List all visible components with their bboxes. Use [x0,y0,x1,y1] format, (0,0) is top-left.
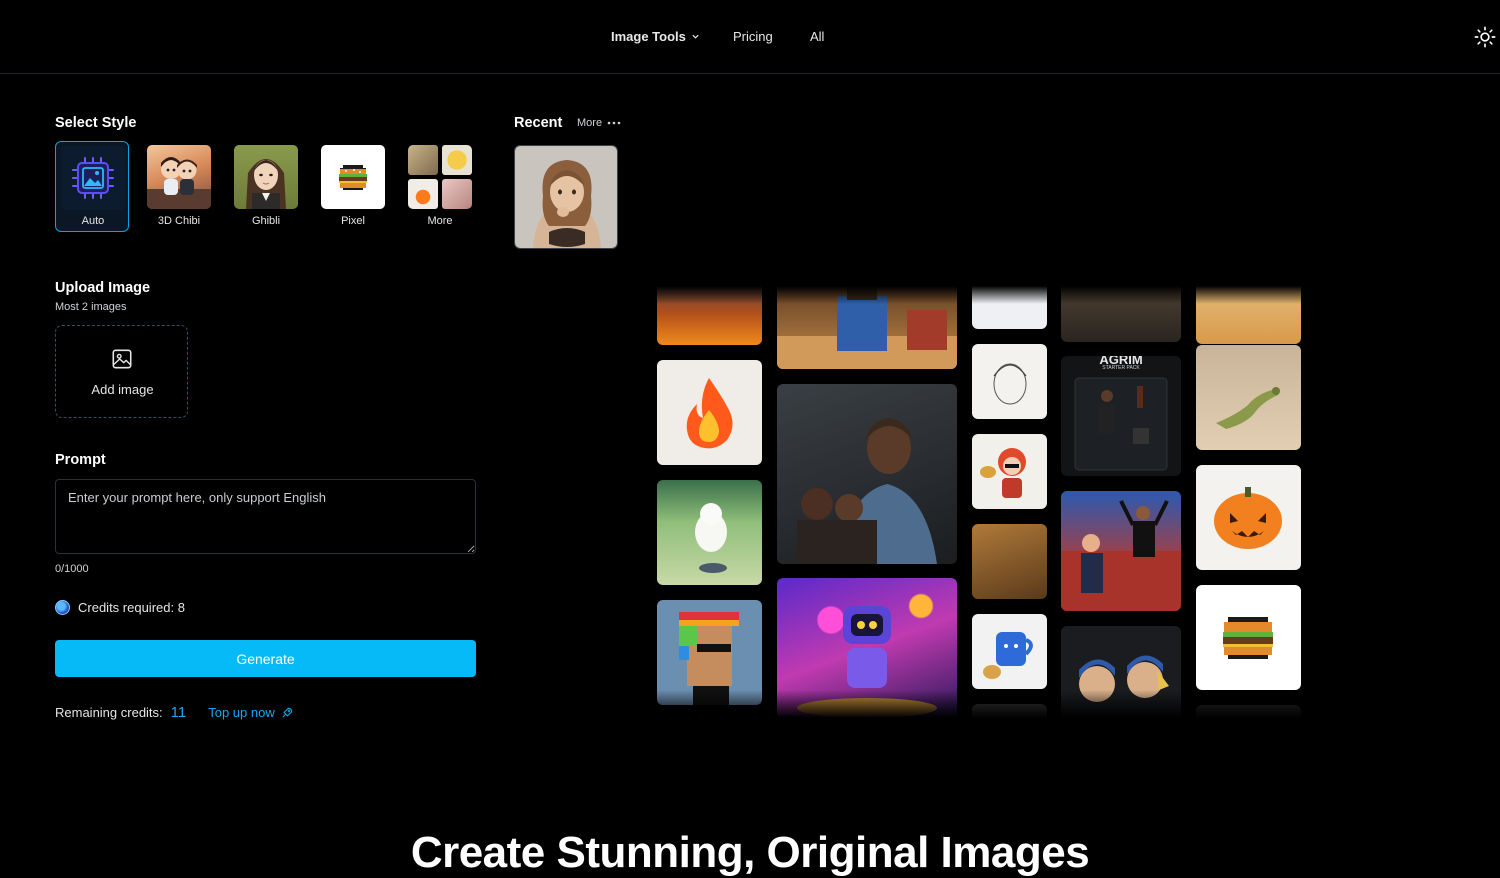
gallery-image-fire-emoji[interactable] [657,360,762,465]
recent-image-clay-figure[interactable] [514,145,618,249]
style-option-more[interactable]: More [403,141,477,232]
gallery-image-starter-pack[interactable]: AGRIM STARTER PACK [1061,356,1181,476]
more-styles-thumbnail [408,145,472,209]
gallery-image-white-dog[interactable] [657,480,762,585]
pixel-burger-icon [321,145,385,209]
gallery-image-father-daughter[interactable] [972,524,1047,599]
nav-all-link[interactable]: All [810,29,824,44]
style-label-auto: Auto [56,215,130,227]
gallery-image-lizard[interactable] [1196,345,1301,450]
style-label-ghibli: Ghibli [229,215,303,227]
more-dots-icon [607,120,621,126]
upload-image-subtitle: Most 2 images [55,301,127,313]
style-label-more: More [403,215,477,227]
more-thumb-dinosaur [408,145,438,175]
ghibli-woman-illustration [234,145,298,209]
more-thumb-fire [408,179,438,209]
auto-style-thumbnail [61,146,125,210]
gallery-image-coffee-cup[interactable] [972,614,1047,689]
gallery-image-man-denim[interactable] [777,384,957,564]
credits-required: Credits required: 8 [55,600,185,615]
top-navigation-bar: Image Tools Pricing All [0,0,1500,74]
gallery-image-felt-pumpkin[interactable] [1196,465,1301,570]
white-dog-illustration [657,480,762,585]
nav-image-tools-dropdown[interactable]: Image Tools [611,29,700,44]
credits-required-label: Credits required: 8 [78,600,185,615]
3d-chibi-thumbnail [147,145,211,209]
chibi-couple-illustration [147,145,211,209]
gallery-bottom-fade [650,690,1310,718]
gallery-image-pixel-burger[interactable] [1196,585,1301,690]
recent-title: Recent [514,115,562,131]
remaining-credits-label: Remaining credits: [55,705,163,720]
upload-image-title: Upload Image [55,280,150,296]
starter-pack-illustration [1061,356,1181,476]
gallery-image-rally[interactable] [1061,491,1181,611]
add-image-dropzone[interactable]: Add image [55,325,188,418]
recent-more-button[interactable]: More [577,117,621,129]
man-denim-illustration [777,384,957,564]
rocket-icon [280,706,294,720]
nav-pricing-link[interactable]: Pricing [733,29,773,44]
remaining-credits: Remaining credits: 11 Top up now [55,704,294,721]
style-option-ghibli[interactable]: Ghibli [229,141,303,232]
nav-all-label: All [810,29,824,44]
prompt-input[interactable] [55,479,476,554]
clay-figure-illustration [515,146,618,249]
gallery-image-pencil-sketch[interactable] [972,344,1047,419]
add-image-label: Add image [56,382,189,397]
select-style-title: Select Style [55,115,136,131]
style-label-3d-chibi: 3D Chibi [142,215,216,227]
style-option-pixel[interactable]: Pixel [316,141,390,232]
nav-image-tools-label: Image Tools [611,29,686,44]
style-label-pixel: Pixel [316,215,390,227]
felt-pumpkin-illustration [1196,465,1301,570]
image-icon [111,348,133,370]
lizard-illustration [1196,345,1301,450]
showcase-gallery: AGRIM STARTER PACK [650,286,1310,718]
red-hair-figurine-illustration [972,434,1047,509]
recent-more-label: More [577,117,602,129]
prompt-character-counter: 0/1000 [55,563,89,575]
credit-coin-icon [55,600,70,615]
main-nav: Image Tools Pricing All [0,29,1500,49]
ghibli-thumbnail [234,145,298,209]
gallery-top-fade [650,286,1310,304]
fire-emoji-illustration [657,360,762,465]
gallery-image-red-hair-figurine[interactable] [972,434,1047,509]
pixel-burger-gallery-illustration [1196,585,1301,690]
hero-title: Create Stunning, Original Images [0,828,1500,878]
sun-icon[interactable] [1474,26,1496,48]
top-up-label: Top up now [208,705,275,720]
more-thumb-portrait [442,179,472,209]
pencil-sketch-illustration [972,344,1047,419]
prompt-title: Prompt [55,452,106,468]
chevron-down-icon [691,32,700,41]
ai-chip-image-icon [61,146,125,210]
more-thumb-emoji [442,145,472,175]
nav-pricing-label: Pricing [733,29,773,44]
coffee-cup-illustration [972,614,1047,689]
generate-button[interactable]: Generate [55,640,476,677]
style-option-3d-chibi[interactable]: 3D Chibi [142,141,216,232]
pixel-thumbnail [321,145,385,209]
top-up-link[interactable]: Top up now [208,705,294,720]
remaining-credits-value: 11 [171,704,187,721]
rally-illustration [1061,491,1181,611]
style-option-auto[interactable]: Auto [55,141,129,232]
